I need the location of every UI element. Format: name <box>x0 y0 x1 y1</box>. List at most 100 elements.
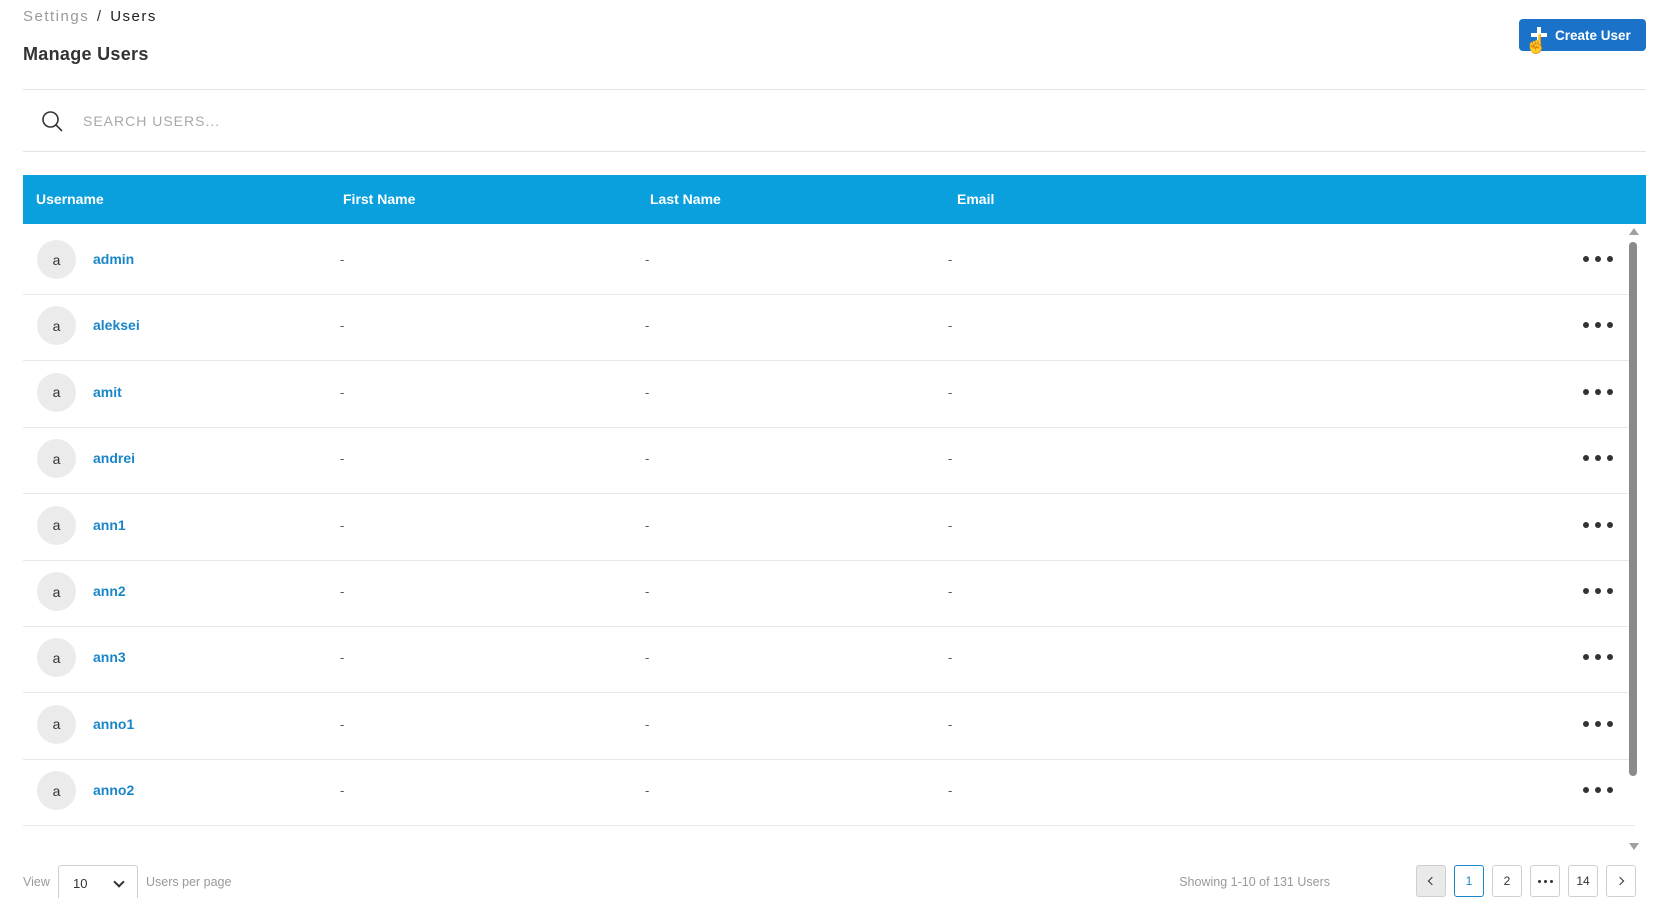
last-name-cell: - <box>645 517 650 533</box>
first-name-cell: - <box>340 650 345 666</box>
breadcrumb-current: Users <box>110 8 157 25</box>
last-name-cell: - <box>645 384 650 400</box>
first-name-cell: - <box>340 318 345 334</box>
breadcrumb-separator: / <box>96 8 103 25</box>
username-link[interactable]: amit <box>93 384 122 400</box>
chevron-left-icon <box>1427 876 1437 886</box>
table-row: a andrei - - - <box>23 424 1635 495</box>
table-row: a anno1 - - - <box>23 690 1635 760</box>
create-user-label: Create User <box>1555 27 1631 43</box>
avatar: a <box>37 771 76 811</box>
first-name-cell: - <box>340 451 345 467</box>
row-actions-more-icon[interactable] <box>1583 647 1613 667</box>
username-link[interactable]: anno2 <box>93 782 134 798</box>
breadcrumb-settings-link[interactable]: Settings <box>23 8 89 25</box>
username-link[interactable]: ann2 <box>93 583 126 599</box>
email-cell: - <box>948 650 953 666</box>
per-page-select[interactable]: 10 <box>58 865 138 898</box>
pagination: 1 2 14 <box>1416 865 1636 897</box>
next-page-button[interactable] <box>1606 865 1636 897</box>
more-pages-button[interactable] <box>1530 865 1560 897</box>
avatar: a <box>37 572 76 611</box>
first-name-cell: - <box>340 384 345 400</box>
username-link[interactable]: aleksei <box>93 317 140 333</box>
table-scrollbar[interactable] <box>1626 226 1640 852</box>
username-link[interactable]: ann3 <box>93 649 126 665</box>
email-cell: - <box>948 584 953 599</box>
previous-page-button[interactable] <box>1416 865 1446 897</box>
per-page-value: 10 <box>73 875 88 891</box>
column-header-username[interactable]: Username <box>36 191 104 207</box>
row-actions-more-icon[interactable] <box>1583 581 1613 601</box>
table-row: a ann1 - - - <box>23 491 1635 561</box>
scroll-thumb[interactable] <box>1629 242 1637 776</box>
row-actions-more-icon[interactable] <box>1583 249 1613 269</box>
email-cell: - <box>948 451 953 467</box>
first-name-cell: - <box>340 584 345 599</box>
page-button-1[interactable]: 1 <box>1454 865 1484 897</box>
first-name-cell: - <box>340 783 345 799</box>
last-name-cell: - <box>645 716 650 732</box>
last-name-cell: - <box>645 783 650 799</box>
avatar: a <box>37 505 76 545</box>
showing-count: Showing 1-10 of 131 Users <box>1179 875 1330 889</box>
first-name-cell: - <box>340 252 345 267</box>
last-name-cell: - <box>645 650 650 666</box>
row-actions-more-icon[interactable] <box>1583 448 1613 468</box>
email-cell: - <box>948 318 953 334</box>
username-link[interactable]: andrei <box>93 450 135 466</box>
scroll-down-arrow-icon[interactable] <box>1629 843 1639 850</box>
email-cell: - <box>948 252 953 267</box>
page-button-2[interactable]: 2 <box>1492 865 1522 897</box>
last-name-cell: - <box>645 252 650 267</box>
username-link[interactable]: ann1 <box>93 517 126 533</box>
search-bar <box>23 90 1646 152</box>
table-footer: View 10 Users per page Showing 1-10 of 1… <box>23 865 1646 898</box>
email-cell: - <box>948 517 953 533</box>
username-link[interactable]: admin <box>93 251 134 267</box>
scroll-up-arrow-icon[interactable] <box>1629 228 1639 235</box>
search-icon <box>42 111 63 132</box>
chevron-down-icon <box>113 876 125 888</box>
ellipsis-icon <box>1537 879 1553 883</box>
table-row: a amit - - - <box>23 358 1635 428</box>
page-title: Manage Users <box>23 44 149 64</box>
table-row: a anno2 - - - <box>23 756 1635 827</box>
column-header-email[interactable]: Email <box>957 191 994 207</box>
row-actions-more-icon[interactable] <box>1583 515 1613 535</box>
hand-cursor-icon: ☝ <box>1525 34 1548 54</box>
row-actions-more-icon[interactable] <box>1583 714 1613 734</box>
table-row: a ann3 - - - <box>23 623 1635 694</box>
email-cell: - <box>948 716 953 732</box>
row-actions-more-icon[interactable] <box>1583 382 1613 402</box>
page-button-14[interactable]: 14 <box>1568 865 1598 897</box>
table-row: a ann2 - - - <box>23 557 1635 627</box>
chevron-right-icon <box>1615 876 1625 886</box>
avatar: a <box>37 638 76 678</box>
per-page-label: Users per page <box>146 875 232 889</box>
column-header-last-name[interactable]: Last Name <box>650 191 721 207</box>
users-table-body: a admin - - - a aleksei - - - a amit - - - a andrei - - - a a… <box>23 225 1635 847</box>
first-name-cell: - <box>340 716 345 732</box>
email-cell: - <box>948 783 953 799</box>
avatar: a <box>37 439 76 479</box>
table-row: a aleksei - - - <box>23 291 1635 362</box>
table-row: a admin - - - <box>23 225 1635 295</box>
last-name-cell: - <box>645 451 650 467</box>
column-header-first-name[interactable]: First Name <box>343 191 415 207</box>
avatar: a <box>37 306 76 346</box>
avatar: a <box>37 372 76 412</box>
username-link[interactable]: anno1 <box>93 716 134 732</box>
avatar: a <box>37 704 76 744</box>
table-header: Username First Name Last Name Email <box>23 175 1646 224</box>
last-name-cell: - <box>645 584 650 599</box>
breadcrumb: Settings / Users <box>23 8 157 25</box>
row-actions-more-icon[interactable] <box>1583 780 1613 800</box>
manage-users-page: Settings / Users Manage Users Create Use… <box>0 0 1658 898</box>
avatar: a <box>37 240 76 279</box>
row-actions-more-icon[interactable] <box>1583 315 1613 335</box>
last-name-cell: - <box>645 318 650 334</box>
search-input[interactable] <box>83 106 683 136</box>
first-name-cell: - <box>340 517 345 533</box>
view-label: View <box>23 875 50 889</box>
